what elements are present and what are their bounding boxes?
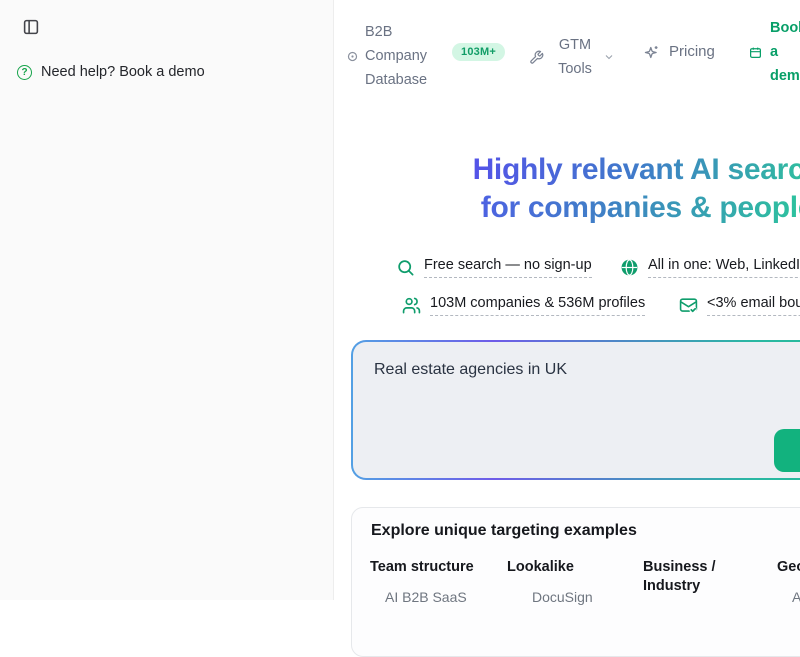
search-icon: [396, 258, 415, 277]
feature-all-in-one[interactable]: All in one: Web, LinkedIn: [620, 257, 800, 278]
wrench-icon: [529, 50, 544, 65]
nav-item-b2b-database[interactable]: B2B Company Database: [347, 20, 439, 92]
nav-label-gtm-tools: GTM Tools: [553, 33, 597, 81]
target-icon: [347, 51, 365, 62]
example-link[interactable]: AI B2B SaaS: [385, 589, 467, 605]
feature-text: All in one: Web, LinkedIn: [648, 257, 800, 278]
help-label: Need help? Book a demo: [41, 64, 205, 80]
nav-label-b2b-database: B2B Company Database: [365, 20, 439, 92]
feature-profiles-count[interactable]: 103M companies & 536M profiles: [402, 295, 645, 316]
headline-line2: for companies & people: [481, 189, 800, 227]
examples-title: Explore unique targeting examples: [371, 522, 637, 540]
feature-text: 103M companies & 536M profiles: [430, 295, 645, 316]
mail-check-icon: [679, 296, 698, 315]
column-header-geo: Geo: [777, 558, 800, 577]
calendar-icon: [749, 46, 762, 59]
nav-item-gtm-tools[interactable]: GTM Tools: [529, 33, 615, 81]
nav-label-pricing: Pricing: [669, 40, 715, 64]
feature-text: Free search — no sign-up: [424, 257, 592, 278]
sidebar-toggle-button[interactable]: [20, 16, 42, 38]
count-badge: 103M+: [452, 43, 505, 61]
help-circle-icon: ?: [17, 65, 32, 80]
search-box-inner: Real estate agencies in UK: [353, 342, 800, 478]
search-input[interactable]: Real estate agencies in UK: [353, 342, 800, 478]
chevron-down-icon: [603, 51, 615, 63]
nav-item-book-demo[interactable]: Book a demo: [749, 16, 800, 88]
ai-search-box: Real estate agencies in UK: [351, 340, 800, 480]
feature-free-search[interactable]: Free search — no sign-up: [396, 257, 592, 278]
globe-icon: [620, 258, 639, 277]
column-header-business-industry: Business / Industry: [643, 558, 731, 596]
sparkles-icon: [643, 44, 660, 61]
feature-email-bounce[interactable]: <3% email bounce: [679, 295, 800, 316]
feature-text: <3% email bounce: [707, 295, 800, 316]
users-icon: [402, 296, 421, 315]
search-submit-button[interactable]: [774, 429, 800, 472]
example-link[interactable]: DocuSign: [532, 589, 593, 605]
headline-line1: Highly relevant AI search: [473, 151, 800, 189]
need-help-link[interactable]: ? Need help? Book a demo: [17, 64, 205, 80]
example-link[interactable]: A: [792, 589, 800, 605]
sidebar: ? Need help? Book a demo: [0, 0, 334, 600]
column-header-lookalike: Lookalike: [507, 558, 574, 577]
column-header-team-structure: Team structure: [370, 558, 474, 577]
nav-label-book-demo: Book a demo: [770, 16, 800, 88]
hero-headline: Highly relevant AI search for companies …: [334, 151, 800, 227]
panel-left-icon: [22, 18, 40, 36]
nav-item-pricing[interactable]: Pricing: [643, 40, 715, 64]
